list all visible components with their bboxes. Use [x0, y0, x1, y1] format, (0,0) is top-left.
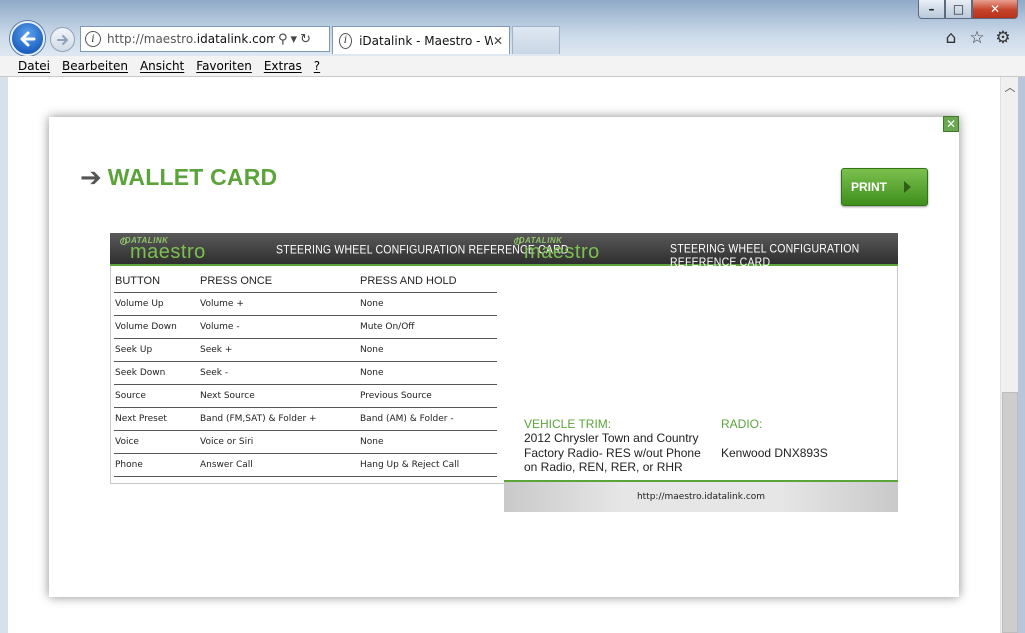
card-footer: http://maestro.idatalink.com [504, 480, 898, 512]
menu-item-bearbeiten[interactable]: Bearbeiten [62, 59, 128, 73]
window-controls: – □ ✕ [918, 0, 1018, 19]
cell-press-hold: Band (AM) & Folder - [360, 414, 454, 424]
site-info-icon[interactable]: i [85, 31, 101, 47]
cell-press-hold: None [360, 345, 384, 355]
new-tab-button[interactable] [512, 26, 560, 54]
table-row: Seek Up Seek + None [114, 339, 497, 362]
site-info-icon: i [339, 32, 353, 49]
play-triangle-icon [904, 181, 911, 193]
favorites-star-icon[interactable]: ☆ [967, 28, 987, 48]
cell-press-hold: None [360, 368, 384, 378]
cell-press-once: Volume - [200, 322, 240, 332]
steering-config-table: BUTTON PRESS ONCE PRESS AND HOLD Volume … [114, 270, 497, 477]
table-row: Volume Down Volume - Mute On/Off [114, 316, 497, 339]
search-icon[interactable]: ⚲ [278, 32, 288, 47]
print-button-label: PRINT [851, 180, 887, 194]
logo-big-text: maestro [524, 241, 600, 263]
cell-button: Next Preset [115, 414, 167, 424]
logo-big-text: maestro [130, 241, 206, 263]
gear-icon[interactable]: ⚙ [993, 28, 1013, 48]
menu-item-help[interactable]: ? [314, 59, 320, 73]
table-row: Voice Voice or Siri None [114, 431, 497, 454]
table-row: Volume Up Volume + None [114, 293, 497, 316]
cell-button: Volume Up [115, 299, 164, 309]
address-bar[interactable]: i http://maestro.idatalink.com/w ⚲ ▾ ↻ [80, 26, 330, 52]
menu-bar: Datei Bearbeiten Ansicht Favoriten Extra… [0, 56, 1025, 77]
scrollbar-thumb[interactable] [1002, 392, 1018, 633]
cell-button: Source [115, 391, 146, 401]
cell-press-hold: Hang Up & Reject Call [360, 460, 460, 470]
back-button[interactable] [10, 21, 45, 56]
menu-item-ansicht[interactable]: Ansicht [140, 59, 184, 73]
vertical-scrollbar[interactable]: ︿ [1000, 77, 1018, 633]
cell-press-hold: Previous Source [360, 391, 432, 401]
cell-button: Seek Down [115, 368, 166, 378]
browser-tools: ⌂ ☆ ⚙ [941, 28, 1013, 48]
arrow-left-icon [20, 31, 35, 46]
home-icon[interactable]: ⌂ [941, 28, 961, 48]
vehicle-trim-value: 2012 Chrysler Town and Country Factory R… [524, 431, 701, 474]
maximize-button[interactable]: □ [945, 0, 972, 19]
table-row: Next Preset Band (FM,SAT) & Folder + Ban… [114, 408, 497, 431]
refresh-icon[interactable]: ↻ [300, 32, 311, 47]
chevron-down-icon[interactable]: ▾ [291, 32, 298, 47]
cell-button: Volume Down [115, 322, 177, 332]
cell-press-once: Next Source [200, 391, 255, 401]
menu-item-datei[interactable]: Datei [18, 59, 50, 73]
radio-label: RADIO: [721, 417, 763, 431]
cell-press-once: Seek - [200, 368, 229, 378]
table-row: Source Next Source Previous Source [114, 385, 497, 408]
page-title-text: WALLET CARD [107, 164, 278, 190]
cell-press-hold: Mute On/Off [360, 322, 415, 332]
scroll-up-icon[interactable]: ︿ [1001, 77, 1019, 97]
arrow-right-icon: ➔ [80, 162, 102, 193]
cell-press-hold: None [360, 437, 384, 447]
minimize-button[interactable]: – [918, 0, 945, 19]
tab-idatalink[interactable]: i iDatalink - Maestro - Webli... ✕ [332, 26, 510, 54]
cell-press-hold: None [360, 299, 384, 309]
card-header-bar: iDATALINK maestro STEERING WHEEL CONFIGU… [110, 233, 898, 269]
vehicle-trim-label: VEHICLE TRIM: [524, 417, 612, 431]
cell-press-once: Volume + [200, 299, 244, 309]
print-button[interactable]: PRINT [841, 168, 928, 206]
menu-item-extras[interactable]: Extras [264, 59, 302, 73]
cell-button: Voice [115, 437, 139, 447]
column-header-button: BUTTON [115, 275, 161, 287]
cell-press-once: Band (FM,SAT) & Folder + [200, 414, 317, 424]
tab-title: iDatalink - Maestro - Webli... [359, 33, 493, 48]
address-url[interactable]: http://maestro.idatalink.com/w [107, 32, 275, 46]
cell-button: Seek Up [115, 345, 153, 355]
cell-press-once: Seek + [200, 345, 233, 355]
cell-button: Phone [115, 460, 143, 470]
window-frame-right [1018, 77, 1025, 633]
modal-close-icon[interactable]: ✕ [943, 116, 959, 132]
page-title: ➔ WALLET CARD [80, 164, 277, 191]
radio-value: Kenwood DNX893S [721, 446, 828, 460]
footer-url: http://maestro.idatalink.com [636, 492, 766, 502]
column-header-press-hold: PRESS AND HOLD [360, 275, 457, 287]
table-row: Phone Answer Call Hang Up & Reject Call [114, 454, 497, 477]
cell-press-once: Answer Call [200, 460, 253, 470]
table-header: BUTTON PRESS ONCE PRESS AND HOLD [114, 270, 497, 293]
close-tab-icon[interactable]: ✕ [493, 34, 503, 48]
cell-press-once: Voice or Siri [200, 437, 254, 447]
arrow-right-icon [56, 34, 68, 45]
column-header-press-once: PRESS ONCE [200, 275, 273, 287]
forward-button[interactable] [50, 27, 75, 52]
close-window-button[interactable]: ✕ [972, 0, 1018, 19]
menu-item-favoriten[interactable]: Favoriten [196, 59, 252, 73]
window-frame-left [0, 77, 8, 633]
table-row: Seek Down Seek - None [114, 362, 497, 385]
